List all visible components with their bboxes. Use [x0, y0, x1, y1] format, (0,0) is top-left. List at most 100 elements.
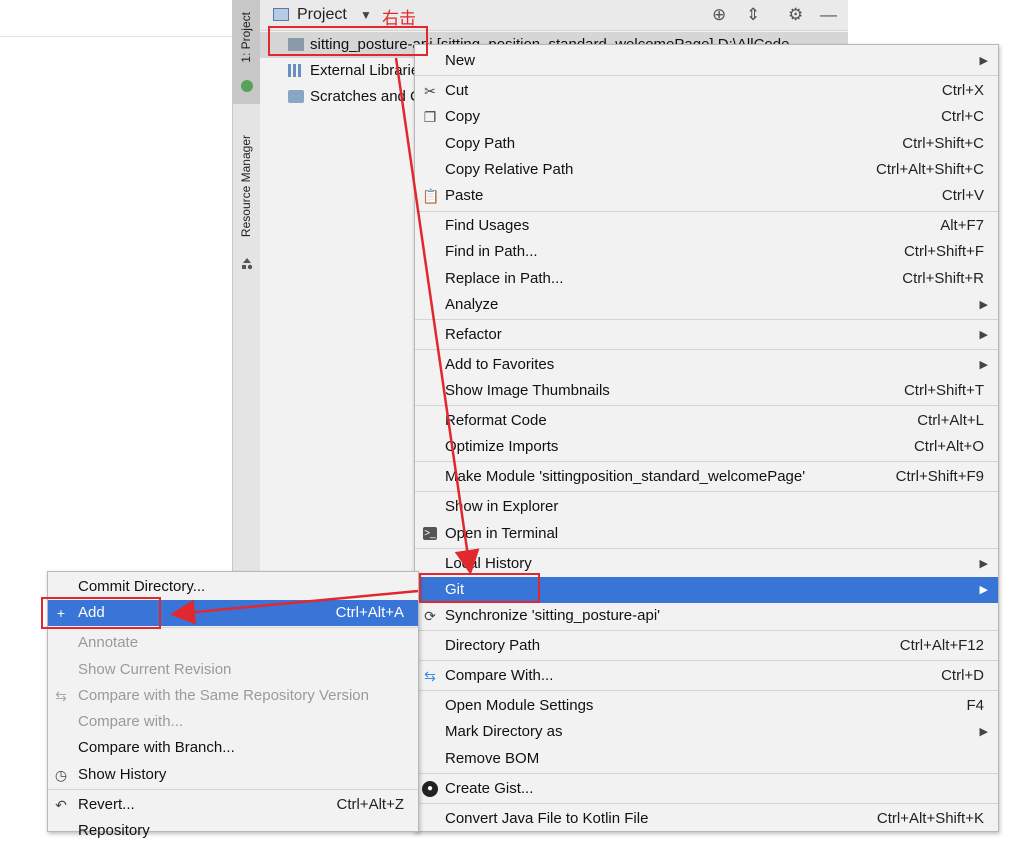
menu-item-label: Annotate	[78, 634, 139, 651]
menu-item-shortcut: Ctrl+Alt+F12	[899, 637, 984, 654]
submenu-arrow-icon: ▶	[979, 359, 988, 371]
android-icon	[241, 80, 253, 92]
menu-item-create-gist[interactable]: ● Create Gist...	[415, 776, 998, 802]
menu-separator	[415, 690, 998, 691]
menu-item-label: Copy Relative Path	[445, 161, 574, 178]
menu-item-optimize-imports[interactable]: Optimize Imports Ctrl+Alt+O	[415, 434, 998, 460]
menu-item-find-in-path[interactable]: Find in Path... Ctrl+Shift+F	[415, 239, 998, 265]
menu-item-shortcut: Ctrl+Shift+F9	[895, 468, 984, 485]
menu-item-add-to-favorites[interactable]: Add to Favorites ▶	[415, 352, 998, 378]
menu-item-replace-in-path[interactable]: Replace in Path... Ctrl+Shift+R	[415, 266, 998, 292]
menu-item-label: Compare with...	[78, 713, 184, 730]
menu-item-label: Replace in Path...	[445, 270, 564, 287]
menu-item-label: Directory Path	[445, 637, 541, 654]
menu-item-shortcut: Ctrl+X	[941, 82, 984, 99]
submenu-item-show-history[interactable]: ◷ Show History	[48, 762, 418, 788]
menu-separator	[415, 630, 998, 631]
submenu-item-repository[interactable]: Repository	[48, 818, 418, 844]
menu-item-convert-java-to-kotlin[interactable]: Convert Java File to Kotlin File Ctrl+Alt…	[415, 806, 998, 832]
menu-item-mark-directory-as[interactable]: Mark Directory as ▶	[415, 719, 998, 745]
menu-item-label: Mark Directory as	[445, 723, 563, 740]
menu-item-shortcut: Ctrl+D	[941, 667, 984, 684]
submenu-item-compare-with-branch[interactable]: Compare with Branch...	[48, 735, 418, 761]
project-view-icon	[273, 8, 289, 21]
annotation-box-git	[419, 573, 540, 603]
menu-item-label: Show Current Revision	[78, 661, 232, 678]
project-view-selector[interactable]: Project	[297, 6, 347, 24]
menu-separator	[415, 803, 998, 804]
menu-item-show-in-explorer[interactable]: Show in Explorer	[415, 494, 998, 520]
menu-separator	[415, 405, 998, 406]
menu-separator	[415, 548, 998, 549]
menu-item-label: Convert Java File to Kotlin File	[445, 810, 649, 827]
menu-item-label: Compare With...	[445, 667, 554, 684]
menu-item-analyze[interactable]: Analyze ▶	[415, 292, 998, 318]
menu-item-shortcut: Ctrl+C	[941, 108, 984, 125]
annotation-box-module	[268, 26, 428, 56]
menu-item-directory-path[interactable]: Directory Path Ctrl+Alt+F12	[415, 633, 998, 659]
scratches-icon	[288, 90, 304, 103]
submenu-arrow-icon: ▶	[979, 55, 988, 67]
annotation-box-add	[41, 597, 161, 629]
menu-item-label: Synchronize 'sitting_posture-api'	[445, 607, 661, 624]
locate-icon[interactable]: ⊕	[712, 5, 726, 25]
menu-item-label: Copy Path	[445, 135, 516, 152]
menu-item-open-module-settings[interactable]: Open Module Settings F4	[415, 693, 998, 719]
menu-item-label: Add to Favorites	[445, 356, 555, 373]
menu-separator	[415, 349, 998, 350]
menu-item-new[interactable]: New ▶	[415, 48, 998, 74]
menu-item-shortcut: Ctrl+Alt+Z	[336, 796, 404, 813]
menu-item-shortcut: Alt+F7	[940, 217, 984, 234]
resource-manager-icon	[242, 258, 253, 270]
menu-item-label: Revert...	[78, 796, 135, 813]
menu-separator	[415, 660, 998, 661]
resource-manager-tab[interactable]: Resource Manager	[239, 135, 253, 237]
menu-item-copy-path[interactable]: Copy Path Ctrl+Shift+C	[415, 131, 998, 157]
menu-item-shortcut: Ctrl+Shift+F	[903, 243, 984, 260]
gear-icon[interactable]: ⚙	[788, 5, 803, 25]
tree-item-label: External Libraries	[310, 62, 427, 79]
copy-icon: ❐	[423, 109, 437, 125]
menu-item-remove-bom[interactable]: Remove BOM	[415, 746, 998, 772]
tree-item-external-libraries[interactable]: External Libraries	[288, 58, 427, 84]
menu-item-copy-relative-path[interactable]: Copy Relative Path Ctrl+Alt+Shift+C	[415, 157, 998, 183]
menu-separator	[415, 75, 998, 76]
menu-item-make-module[interactable]: Make Module 'sittingposition_standard_we…	[415, 464, 998, 490]
menu-item-copy[interactable]: ❐ Copy Ctrl+C	[415, 104, 998, 130]
menu-item-shortcut: Ctrl+Alt+A	[335, 604, 404, 621]
collapse-all-icon[interactable]: ⇕	[746, 5, 760, 25]
menu-item-shortcut: Ctrl+Alt+L	[917, 412, 984, 429]
menu-item-label: Refactor	[445, 326, 502, 343]
clock-icon: ◷	[54, 767, 68, 783]
menu-item-compare-with[interactable]: ⇆ Compare With... Ctrl+D	[415, 663, 998, 689]
menu-separator	[415, 319, 998, 320]
menu-item-label: Analyze	[445, 296, 499, 313]
menu-item-refactor[interactable]: Refactor ▶	[415, 322, 998, 348]
dropdown-caret-icon[interactable]: ▼	[360, 8, 372, 22]
project-tool-tab[interactable]: 1: Project	[233, 0, 260, 104]
menu-item-cut[interactable]: ✂ Cut Ctrl+X	[415, 78, 998, 104]
menu-item-label: Reformat Code	[445, 412, 547, 429]
paste-icon: 📋	[422, 188, 440, 204]
menu-item-shortcut: Ctrl+V	[941, 187, 984, 204]
project-tab-label: 1: Project	[239, 12, 253, 63]
menu-item-find-usages[interactable]: Find Usages Alt+F7	[415, 213, 998, 239]
menu-item-paste[interactable]: 📋 Paste Ctrl+V	[415, 183, 998, 209]
menu-item-label: Show Image Thumbnails	[445, 382, 610, 399]
minimize-icon[interactable]: —	[820, 5, 837, 25]
menu-item-label: Compare with Branch...	[78, 739, 235, 756]
menu-separator	[415, 461, 998, 462]
menu-item-label: Compare with the Same Repository Version	[78, 687, 369, 704]
menu-item-reformat-code[interactable]: Reformat Code Ctrl+Alt+L	[415, 408, 998, 434]
submenu-item-compare-with: Compare with...	[48, 709, 418, 735]
menu-item-shortcut: Ctrl+Alt+Shift+C	[876, 161, 984, 178]
submenu-arrow-icon: ▶	[979, 299, 988, 311]
menu-item-show-image-thumbnails[interactable]: Show Image Thumbnails Ctrl+Shift+T	[415, 378, 998, 404]
context-menu: New ▶ ✂ Cut Ctrl+X ❐ Copy Ctrl+C Copy Path Ctr…	[414, 44, 999, 832]
menu-item-label: Make Module 'sittingposition_standard_we…	[445, 468, 806, 485]
submenu-item-revert[interactable]: ↶ Revert... Ctrl+Alt+Z	[48, 792, 418, 818]
menu-item-synchronize[interactable]: ⟳ Synchronize 'sitting_posture-api'	[415, 603, 998, 629]
revert-icon: ↶	[55, 797, 67, 813]
menu-item-shortcut: Ctrl+Alt+Shift+K	[876, 810, 984, 827]
menu-item-open-in-terminal[interactable]: >_ Open in Terminal	[415, 521, 998, 547]
